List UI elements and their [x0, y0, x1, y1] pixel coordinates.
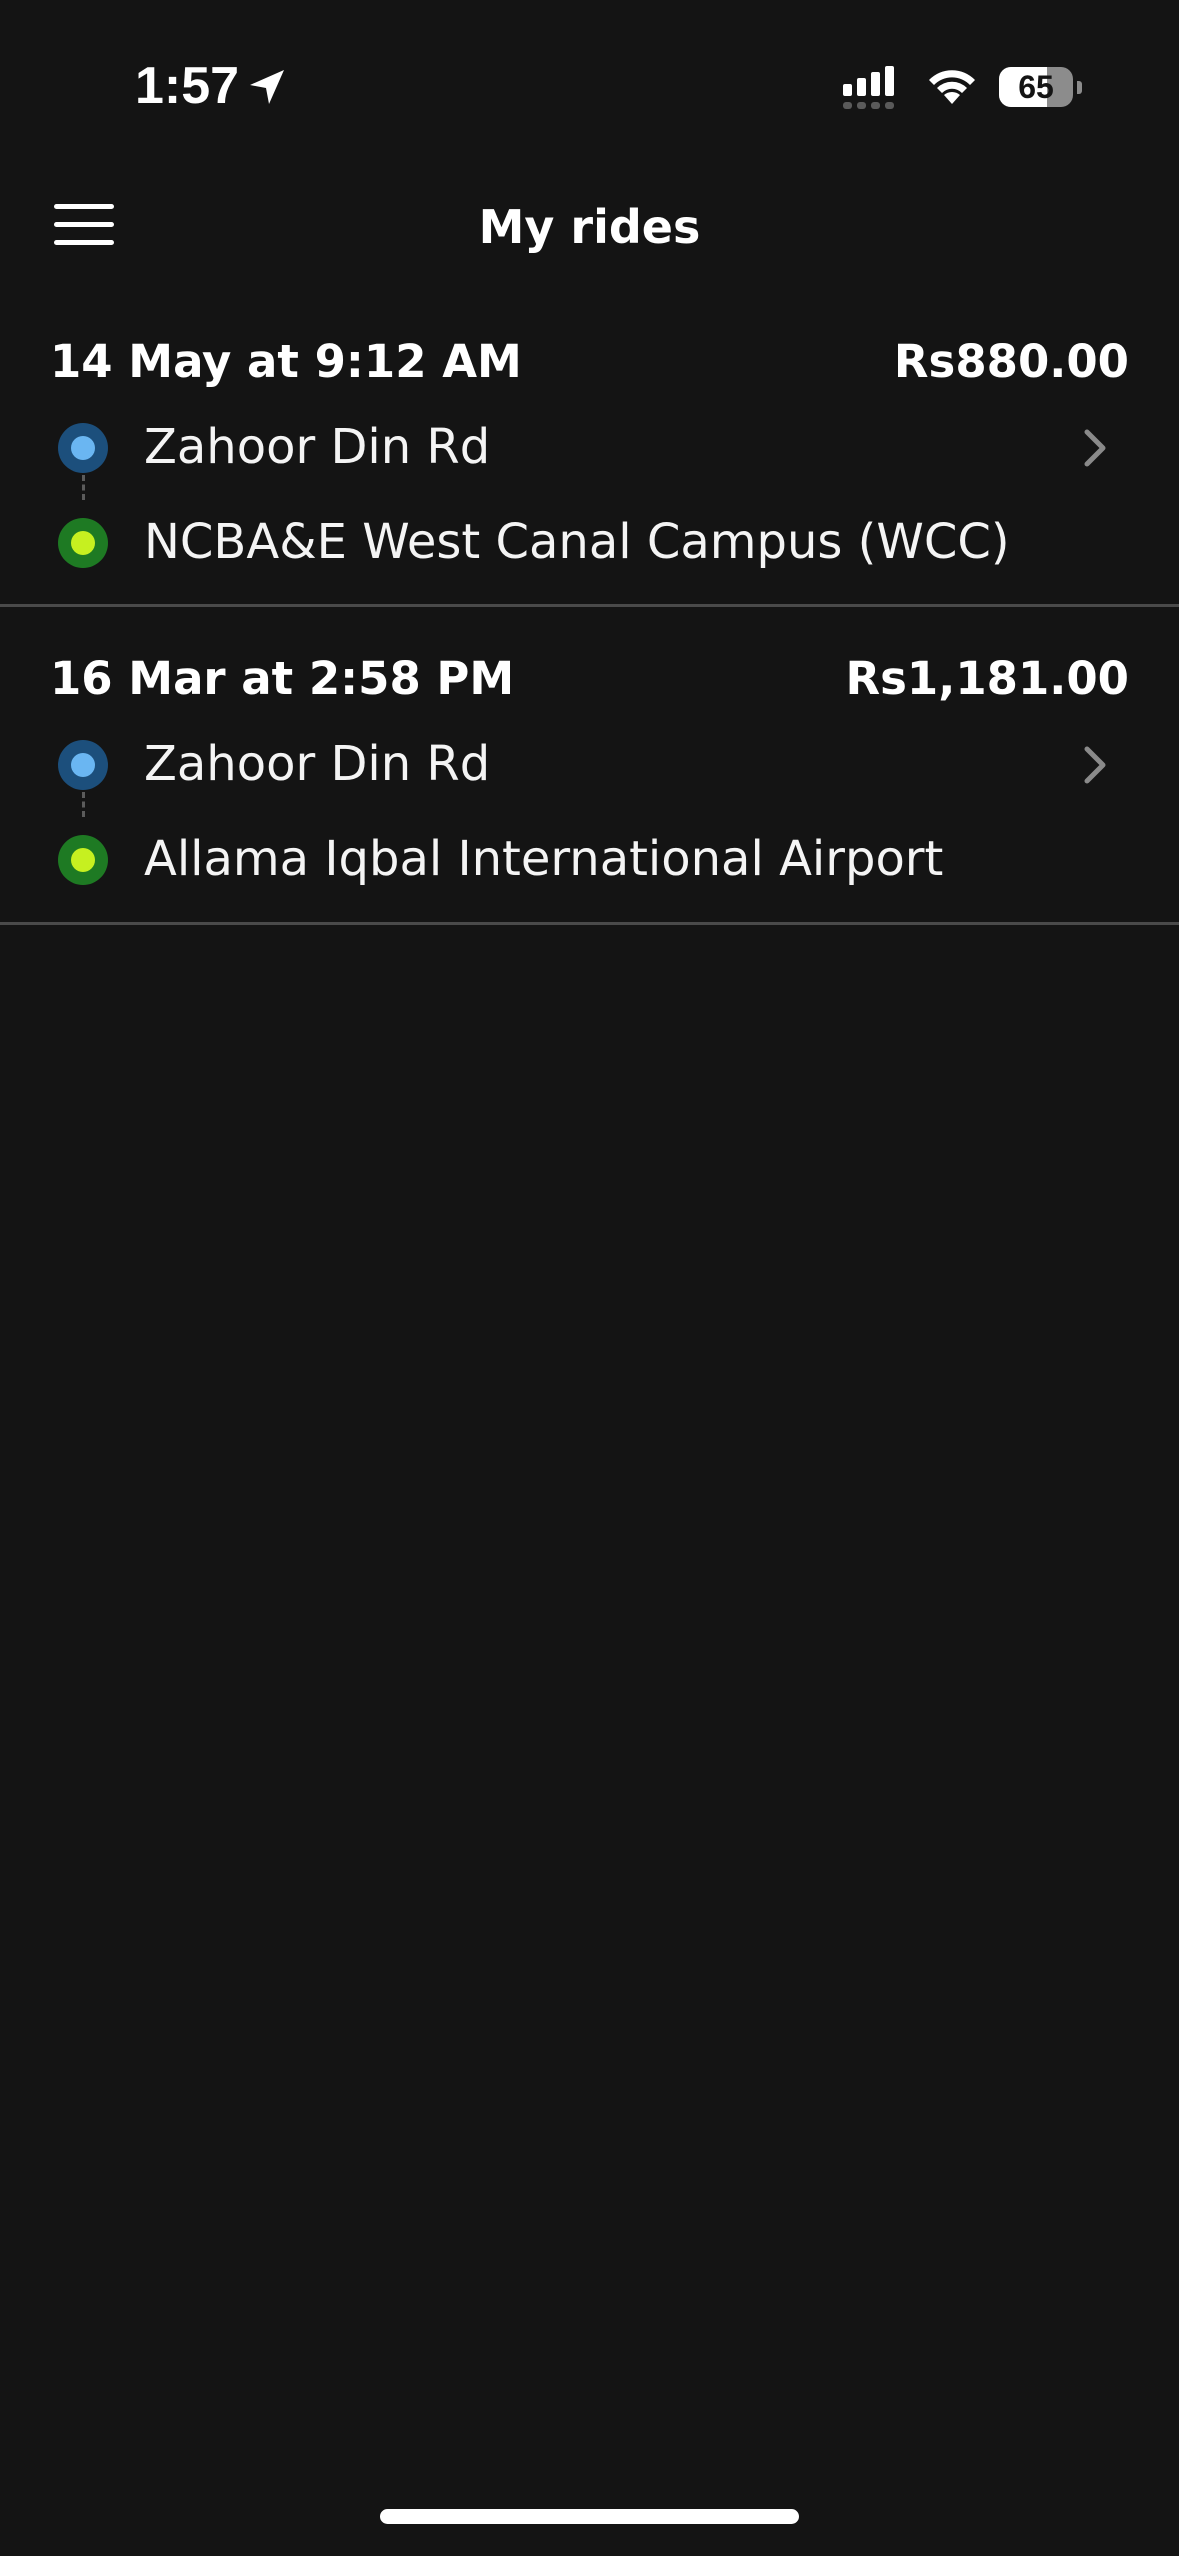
- dropoff-location: NCBA&E West Canal Campus (WCC): [144, 514, 1010, 570]
- ride-datetime: 14 May at 9:12 AM: [50, 335, 522, 388]
- ride-datetime: 16 Mar at 2:58 PM: [50, 652, 515, 705]
- dropoff-dot-icon: [58, 518, 108, 568]
- pickup-dot-icon: [58, 740, 108, 790]
- wifi-icon: [929, 70, 975, 104]
- ride-price: Rs880.00: [893, 335, 1129, 388]
- status-time: 1:57: [135, 57, 240, 115]
- battery-cap: [1077, 81, 1082, 94]
- pickup-location: Zahoor Din Rd: [144, 736, 491, 792]
- pickup-stop: Zahoor Din Rd: [0, 724, 1179, 794]
- header: My rides: [0, 170, 1179, 285]
- cellular-signal-icon: [843, 66, 894, 109]
- pickup-dot-icon: [58, 423, 108, 473]
- chevron-right-icon: [1084, 746, 1106, 784]
- dropoff-location: Allama Iqbal International Airport: [144, 831, 944, 887]
- battery-icon: 65: [999, 67, 1082, 107]
- page-title: My rides: [478, 200, 701, 254]
- battery-body: 65: [999, 67, 1073, 107]
- ride-price: Rs1,181.00: [845, 652, 1130, 705]
- dropoff-stop: NCBA&E West Canal Campus (WCC): [0, 502, 1179, 572]
- ride-card[interactable]: 16 Mar at 2:58 PM Rs1,181.00 Zahoor Din …: [0, 607, 1179, 925]
- dropoff-stop: Allama Iqbal International Airport: [0, 819, 1179, 889]
- chevron-right-icon: [1084, 429, 1106, 467]
- ride-list: 14 May at 9:12 AM Rs880.00 Zahoor Din Rd…: [0, 290, 1179, 925]
- pickup-stop: Zahoor Din Rd: [0, 407, 1179, 477]
- ride-card[interactable]: 14 May at 9:12 AM Rs880.00 Zahoor Din Rd…: [0, 290, 1179, 607]
- location-arrow-icon: [250, 70, 284, 104]
- home-indicator[interactable]: [380, 2509, 799, 2524]
- status-bar: 1:57 65: [0, 0, 1179, 150]
- pickup-location: Zahoor Din Rd: [144, 419, 491, 475]
- dropoff-dot-icon: [58, 835, 108, 885]
- battery-level: 65: [1018, 69, 1054, 105]
